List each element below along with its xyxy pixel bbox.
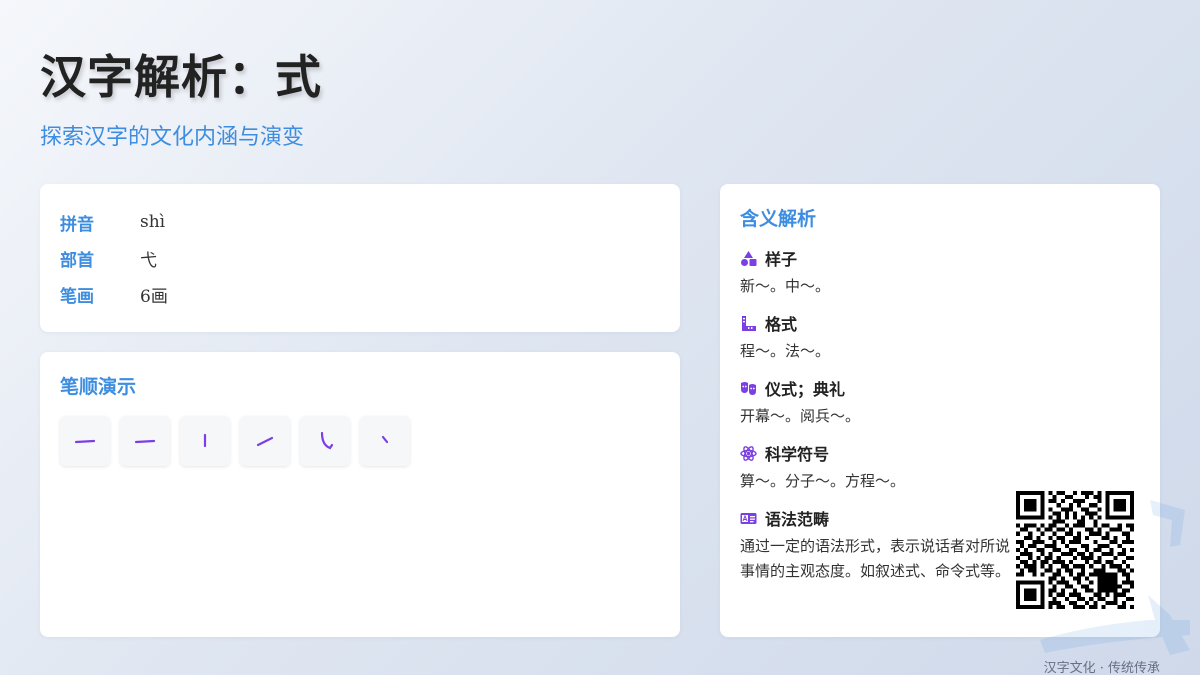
meaning-example: 算～。分子～。方程～。 (740, 472, 906, 490)
shapes-icon (740, 250, 757, 267)
meaning-title: 含义解析 (740, 208, 817, 230)
info-value: 弋 (140, 250, 157, 271)
ruler-icon (740, 315, 757, 332)
meaning-item: 样子 新～。中～。 (740, 246, 1140, 299)
heng-stroke-icon (74, 439, 96, 444)
stroke-step-2[interactable] (120, 416, 170, 466)
info-row-strokes: 笔画 6画 (60, 276, 660, 312)
meaning-term: 样子 (765, 250, 798, 269)
stroke-step-3[interactable] (180, 416, 230, 466)
footer-text: 汉字文化 · 传统传承 (1043, 661, 1160, 675)
stroke-step-4[interactable] (240, 416, 290, 466)
meaning-example: 通过一定的语法形式，表示说话者对所说事情的主观态度。如叙述式、命令式等。 (740, 537, 1011, 580)
meaning-term: 仪式；典礼 (765, 380, 846, 399)
masks-icon (740, 380, 757, 397)
stroke-order-card: 笔顺演示 (40, 352, 680, 637)
qr-code[interactable] (1016, 491, 1134, 609)
meaning-item: 格式 程～。法～。 (740, 311, 1140, 364)
page-subtitle: 探索汉字的文化内涵与演变 (40, 125, 305, 150)
meaning-term: 科学符号 (765, 445, 830, 464)
info-row-radical: 部首 弋 (60, 240, 660, 276)
ti-stroke-icon (256, 436, 274, 447)
stroke-step-1[interactable] (60, 416, 110, 466)
id-card-icon (740, 510, 757, 527)
meaning-term: 格式 (765, 315, 798, 334)
info-value: shì (140, 212, 166, 232)
meaning-example: 开幕～。阅兵～。 (740, 407, 861, 425)
stroke-order-list (60, 416, 660, 466)
meaning-item: 仪式；典礼 开幕～。阅兵～。 (740, 376, 1140, 429)
heng-stroke-icon (134, 439, 156, 444)
shu-stroke-icon (203, 433, 207, 448)
meaning-example: 新～。中～。 (740, 277, 831, 295)
stroke-order-title: 笔顺演示 (60, 376, 137, 398)
atom-icon (740, 445, 757, 462)
info-value: 6画 (140, 286, 168, 307)
info-label: 部首 (60, 250, 94, 271)
stroke-step-6[interactable] (360, 416, 410, 466)
info-row-pinyin: 拼音 shì (60, 204, 660, 240)
meaning-item: 科学符号 算～。分子～。方程～。 (740, 441, 1140, 494)
qr-code-image (1016, 491, 1134, 609)
info-card: 拼音 shì 部首 弋 笔画 6画 (40, 184, 680, 332)
info-label: 拼音 (60, 214, 94, 235)
meaning-example: 程～。法～。 (740, 342, 831, 360)
info-label: 笔画 (60, 286, 94, 307)
dian-stroke-icon (381, 435, 389, 444)
meaning-term: 语法范畴 (765, 510, 830, 529)
stroke-step-5[interactable] (300, 416, 350, 466)
page-title: 汉字解析：式 (40, 50, 322, 104)
xiegou-stroke-icon (320, 431, 334, 450)
